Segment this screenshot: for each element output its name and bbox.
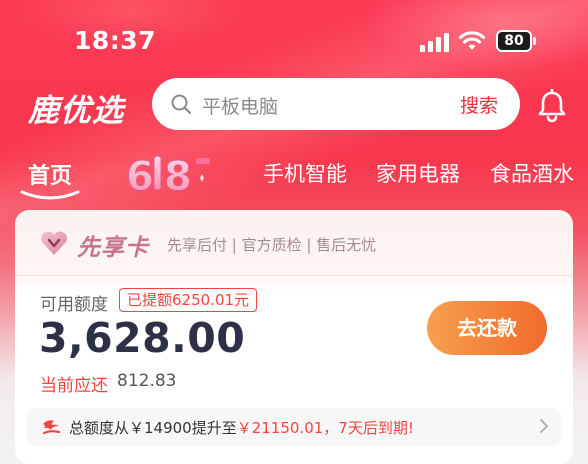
tab-active-indicator [20,190,80,200]
battery-level: 80 [504,33,524,49]
available-credit-label: 可用额度 [40,295,108,315]
repay-button[interactable]: 去还款 [427,301,547,355]
amount-due-value: 812.83 [117,371,177,391]
tab-food-drinks[interactable]: 食品酒水 [490,158,574,188]
svg-text:8: 8 [164,154,192,198]
tab-phones[interactable]: 手机智能 [263,158,347,188]
card-header[interactable]: 先享卡 先享后付 | 官方质检 | 售后无忧 [15,210,573,276]
credit-increase-notice[interactable]: 总额度从￥14900提升至￥21150.01，7天后到期! [27,408,561,446]
tab-home[interactable]: 首页 [28,158,72,190]
cellular-signal-icon [420,32,450,52]
category-tabs: 首页 6 8 手机智能 家用电器 食品酒水 [0,150,588,200]
bell-icon[interactable] [536,89,568,123]
promo-618-badge[interactable]: 6 8 [122,150,220,198]
notice-prefix: 总额度从￥14900提升至 [69,419,237,437]
card-subtitle: 先享后付 | 官方质检 | 售后无忧 [167,236,377,254]
card-title: 先享卡 [77,235,149,261]
wifi-icon [458,31,486,50]
status-bar: 18:37 80 [0,0,588,70]
notice-highlight: ￥21150.01，7天后到期! [236,419,414,437]
notice-text: 总额度从￥14900提升至￥21150.01，7天后到期! [69,417,414,438]
credit-card-panel: 先享卡 先享后付 | 官方质检 | 售后无忧 可用额度 已提额6250.01元 … [15,210,573,464]
search-button[interactable]: 搜索 [460,91,498,118]
chevron-right-icon [540,419,548,433]
heart-vip-icon [41,231,67,255]
battery-icon: 80 [496,30,536,52]
status-time: 18:37 [74,26,157,55]
promo-flame-icon [42,420,61,435]
svg-text:6: 6 [126,154,154,198]
tab-appliances[interactable]: 家用电器 [376,158,460,188]
search-icon [171,94,192,115]
search-bar[interactable]: 平板电脑 搜索 [152,78,520,130]
credit-increase-badge: 已提额6250.01元 [119,288,258,312]
amount-due-label: 当前应还 [40,376,108,396]
search-input[interactable]: 平板电脑 [202,92,278,119]
available-credit-amount: 3,628.00 [39,314,246,362]
app-logo[interactable]: 鹿优选 [28,85,124,130]
